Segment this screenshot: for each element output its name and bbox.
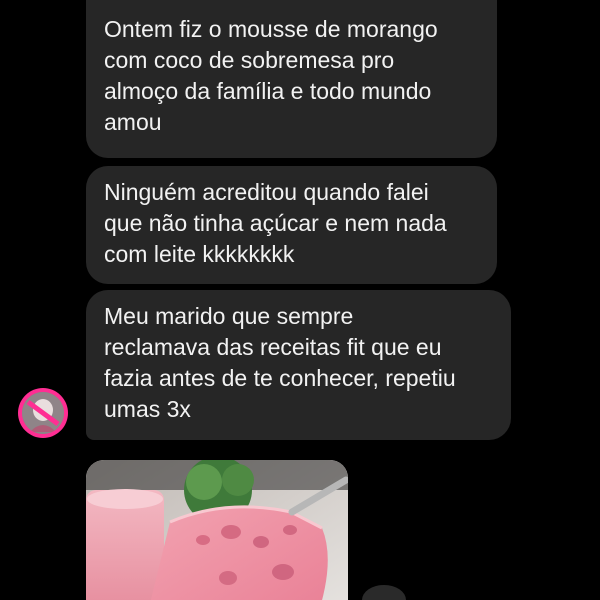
chat-window: Ontem fiz o mousse de morango com coco d… (0, 0, 600, 600)
avatar-image (22, 392, 64, 434)
message-bubble-3[interactable]: Meu marido que sempre reclamava das rece… (86, 290, 511, 440)
message-bubble-1[interactable]: Ontem fiz o mousse de morango com coco d… (86, 0, 497, 158)
avatar-icon[interactable] (18, 388, 68, 438)
avatar-photo (22, 392, 64, 434)
reaction-button[interactable] (362, 585, 406, 600)
message-photo[interactable] (86, 460, 348, 600)
message-bubble-2[interactable]: Ninguém acreditou quando falei que não t… (86, 166, 497, 284)
mousse-image (86, 460, 348, 600)
